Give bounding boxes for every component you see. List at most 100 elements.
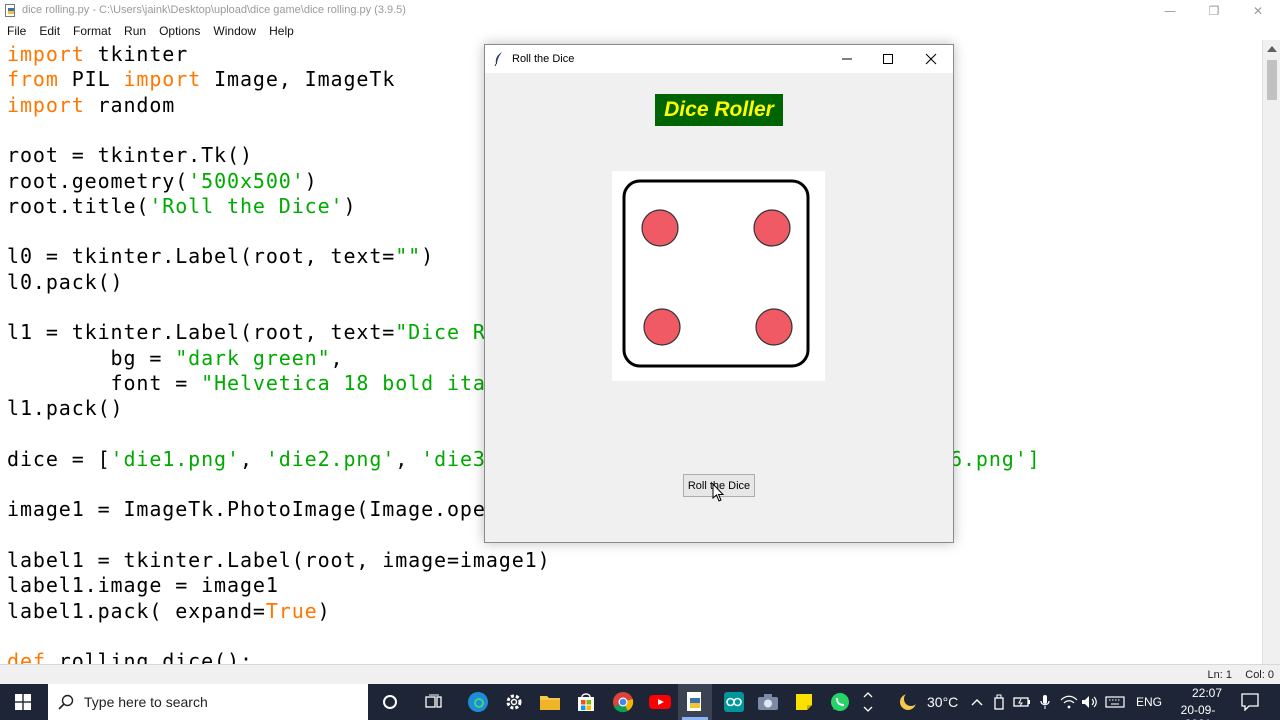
desktop: dice rolling.py - C:\Users\jaink\Desktop… [0, 0, 1280, 720]
menu-window[interactable]: Window [206, 22, 262, 40]
weather-icon[interactable] [896, 684, 920, 720]
die-pip [643, 308, 681, 346]
scroll-thumb[interactable] [1267, 60, 1277, 100]
tk-close-icon[interactable] [909, 45, 953, 73]
restore-icon[interactable]: ❐ [1192, 0, 1236, 22]
settings-gear-icon[interactable] [496, 684, 532, 720]
code-line: bg = "dark green", [7, 346, 343, 370]
code-token: , [239, 446, 266, 471]
notification-icon[interactable] [1236, 684, 1264, 720]
code-token: l1.pack() [7, 396, 124, 421]
code-token: Image, ImageTk [201, 67, 396, 92]
menu-file[interactable]: File [0, 22, 32, 40]
wifi-icon[interactable] [1058, 684, 1080, 720]
menu-options[interactable]: Options [152, 22, 206, 40]
die-pip [753, 209, 791, 247]
code-line: l1.pack() [7, 396, 123, 420]
die-pip [755, 308, 793, 346]
cortana-icon[interactable] [372, 684, 408, 720]
code-line: dice = ['die1.png', 'die2.png', 'die3 [7, 447, 486, 471]
code-token: "Dice R [395, 320, 486, 345]
code-token: , [330, 345, 344, 370]
arduino-icon[interactable] [716, 684, 752, 720]
keyboard-icon[interactable] [1103, 684, 1127, 720]
code-line: import tkinter [7, 42, 188, 66]
feather-icon [494, 52, 502, 66]
code-token: l0 = tkinter.Label(root, text= [7, 244, 396, 269]
editor-titlebar: dice rolling.py - C:\Users\jaink\Desktop… [0, 0, 1280, 22]
show-hidden-icons-icon[interactable] [968, 684, 986, 720]
clock-date[interactable]: 20-09-2021 [1170, 703, 1226, 720]
tk-window: Roll the Dice Dice Roller Roll the Dice [484, 44, 954, 543]
taskbar-search[interactable]: Type here to search [48, 684, 368, 720]
file-explorer-icon[interactable] [532, 684, 568, 720]
code-line: l0.pack() [7, 270, 123, 294]
code-token: label1.pack( expand= [7, 598, 266, 623]
whatsapp-icon[interactable] [822, 684, 858, 720]
edge-icon[interactable] [460, 684, 496, 720]
taskbar: Type here to search 30°C ENG 22:07 20-09… [0, 684, 1280, 720]
windows-logo-icon [15, 694, 31, 710]
battery-charging-icon[interactable] [1012, 684, 1032, 720]
code-line: root.title('Roll the Dice') [7, 194, 356, 218]
editor-menubar: File Edit Format Run Options Window Help [0, 22, 1280, 40]
code-token: root.geometry( [7, 168, 189, 193]
code-token: ) [304, 168, 318, 193]
editor-window-title: dice rolling.py - C:\Users\jaink\Desktop… [22, 4, 406, 16]
language-indicator[interactable]: ENG [1136, 695, 1162, 709]
code-token: 'die3 [421, 446, 486, 471]
store-icon[interactable] [568, 684, 604, 720]
code-token: 'Roll the Dice' [149, 193, 344, 218]
code-line: import random [7, 93, 175, 117]
volume-icon[interactable] [1080, 684, 1100, 720]
scroll-taskbar-icon[interactable] [860, 684, 876, 720]
code-token: dice = [ [7, 446, 111, 471]
microphone-icon[interactable] [1036, 684, 1054, 720]
tk-minimize-icon[interactable] [825, 45, 869, 73]
code-token: True [265, 598, 318, 623]
minimize-icon[interactable]: — [1148, 0, 1192, 22]
code-token: , [395, 446, 422, 471]
editor-scrollbar[interactable] [1262, 40, 1280, 664]
status-column: Col: 0 [1245, 669, 1274, 681]
code-token: 'die2.png' [265, 446, 396, 471]
tk-maximize-icon[interactable] [866, 45, 910, 73]
menu-edit[interactable]: Edit [32, 22, 66, 40]
code-tail: 6.png'] [950, 447, 1041, 471]
temperature-text[interactable]: 30°C [927, 694, 958, 710]
clock-time[interactable]: 22:07 [1183, 686, 1231, 700]
code-token: root.title( [7, 193, 150, 218]
die-pip [641, 209, 679, 247]
sticky-notes-icon[interactable] [786, 684, 822, 720]
chrome-icon[interactable] [605, 684, 641, 720]
code-token: ) [343, 193, 357, 218]
code-token: ) [421, 244, 435, 269]
code-line: label1.image = image1 [7, 573, 279, 597]
code-token: import [123, 67, 202, 92]
menu-format[interactable]: Format [66, 22, 117, 40]
task-view-icon[interactable] [416, 684, 452, 720]
code-token: bg = [7, 345, 176, 370]
code-token: rolling_dice(): [45, 649, 253, 664]
code-token: "Helvetica 18 bold ita [201, 370, 486, 395]
code-token: 'die1.png' [110, 446, 240, 471]
menu-run[interactable]: Run [117, 22, 152, 40]
start-button[interactable] [0, 684, 46, 720]
tk-titlebar: Roll the Dice [485, 45, 953, 73]
mouse-cursor-icon [712, 483, 725, 502]
code-line: l1 = tkinter.Label(root, text="Dice R [7, 320, 486, 344]
close-icon[interactable]: ✕ [1236, 0, 1280, 22]
code-token: image1 = ImageTk.PhotoImage(Image.ope [7, 497, 486, 522]
scroll-up-icon[interactable] [1267, 46, 1277, 52]
code-line: def rolling_dice(): [7, 649, 253, 664]
code-token: "dark green" [175, 345, 331, 370]
editor-statusbar: Ln: 1 Col: 0 [0, 664, 1280, 684]
usb-drive-icon[interactable] [990, 684, 1008, 720]
code-token: def [7, 649, 46, 664]
menu-help[interactable]: Help [262, 22, 300, 40]
camera-icon[interactable] [750, 684, 786, 720]
code-token: PIL [58, 67, 124, 92]
code-line: root.geometry('500x500') [7, 169, 318, 193]
python-idle-taskbar-icon[interactable] [678, 684, 712, 720]
youtube-icon[interactable] [642, 684, 678, 720]
